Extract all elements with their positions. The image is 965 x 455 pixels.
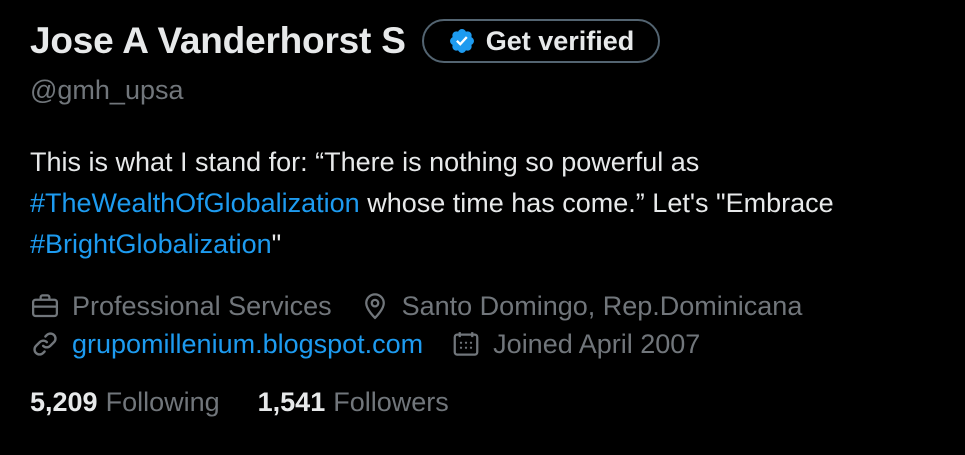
profile-stats: 5,209 Following 1,541 Followers <box>30 387 955 418</box>
bio-text: " <box>271 229 282 259</box>
followers-link[interactable]: 1,541 Followers <box>258 387 449 418</box>
category-item: Professional Services <box>30 287 332 325</box>
hashtag-link[interactable]: #TheWealthOfGlobalization <box>30 188 360 218</box>
meta-row: Professional Services Santo Domingo, Rep… <box>30 287 955 325</box>
meta-row: grupomillenium.blogspot.com Joined April… <box>30 325 955 363</box>
name-row: Jose A Vanderhorst S Get verified <box>30 14 955 68</box>
profile-bio: This is what I stand for: “There is noth… <box>30 142 955 265</box>
hashtag-link[interactable]: #BrightGlobalization <box>30 229 272 259</box>
website-link[interactable]: grupomillenium.blogspot.com <box>72 325 423 363</box>
following-link[interactable]: 5,209 Following <box>30 387 220 418</box>
profile-handle: @gmh_upsa <box>30 75 184 105</box>
joined-text: Joined April 2007 <box>493 329 701 359</box>
location-text: Santo Domingo, Rep.Dominicana <box>401 291 803 321</box>
bio-text: This is what I stand for: “There is noth… <box>30 147 700 177</box>
verified-badge-icon <box>448 27 476 55</box>
followers-label: Followers <box>333 387 449 417</box>
following-label: Following <box>105 387 220 417</box>
following-count: 5,209 <box>30 387 98 417</box>
followers-count: 1,541 <box>257 387 326 417</box>
location-pin-icon <box>360 291 390 321</box>
display-name: Jose A Vanderhorst S <box>30 20 406 61</box>
link-icon <box>30 329 60 359</box>
briefcase-icon <box>30 291 60 321</box>
category-text: Professional Services <box>72 291 332 321</box>
website-item[interactable]: grupomillenium.blogspot.com <box>30 325 423 363</box>
get-verified-button[interactable]: Get verified <box>421 19 661 63</box>
get-verified-label: Get verified <box>485 25 635 56</box>
profile-header: Jose A Vanderhorst S Get verified @gmh_u… <box>30 14 955 418</box>
calendar-icon <box>451 329 481 359</box>
profile-meta: Professional Services Santo Domingo, Rep… <box>30 287 955 363</box>
joined-item: Joined April 2007 <box>451 325 700 363</box>
location-item: Santo Domingo, Rep.Dominicana <box>360 287 803 325</box>
bio-text: whose time has come.” Let's "Embrace <box>359 188 834 218</box>
